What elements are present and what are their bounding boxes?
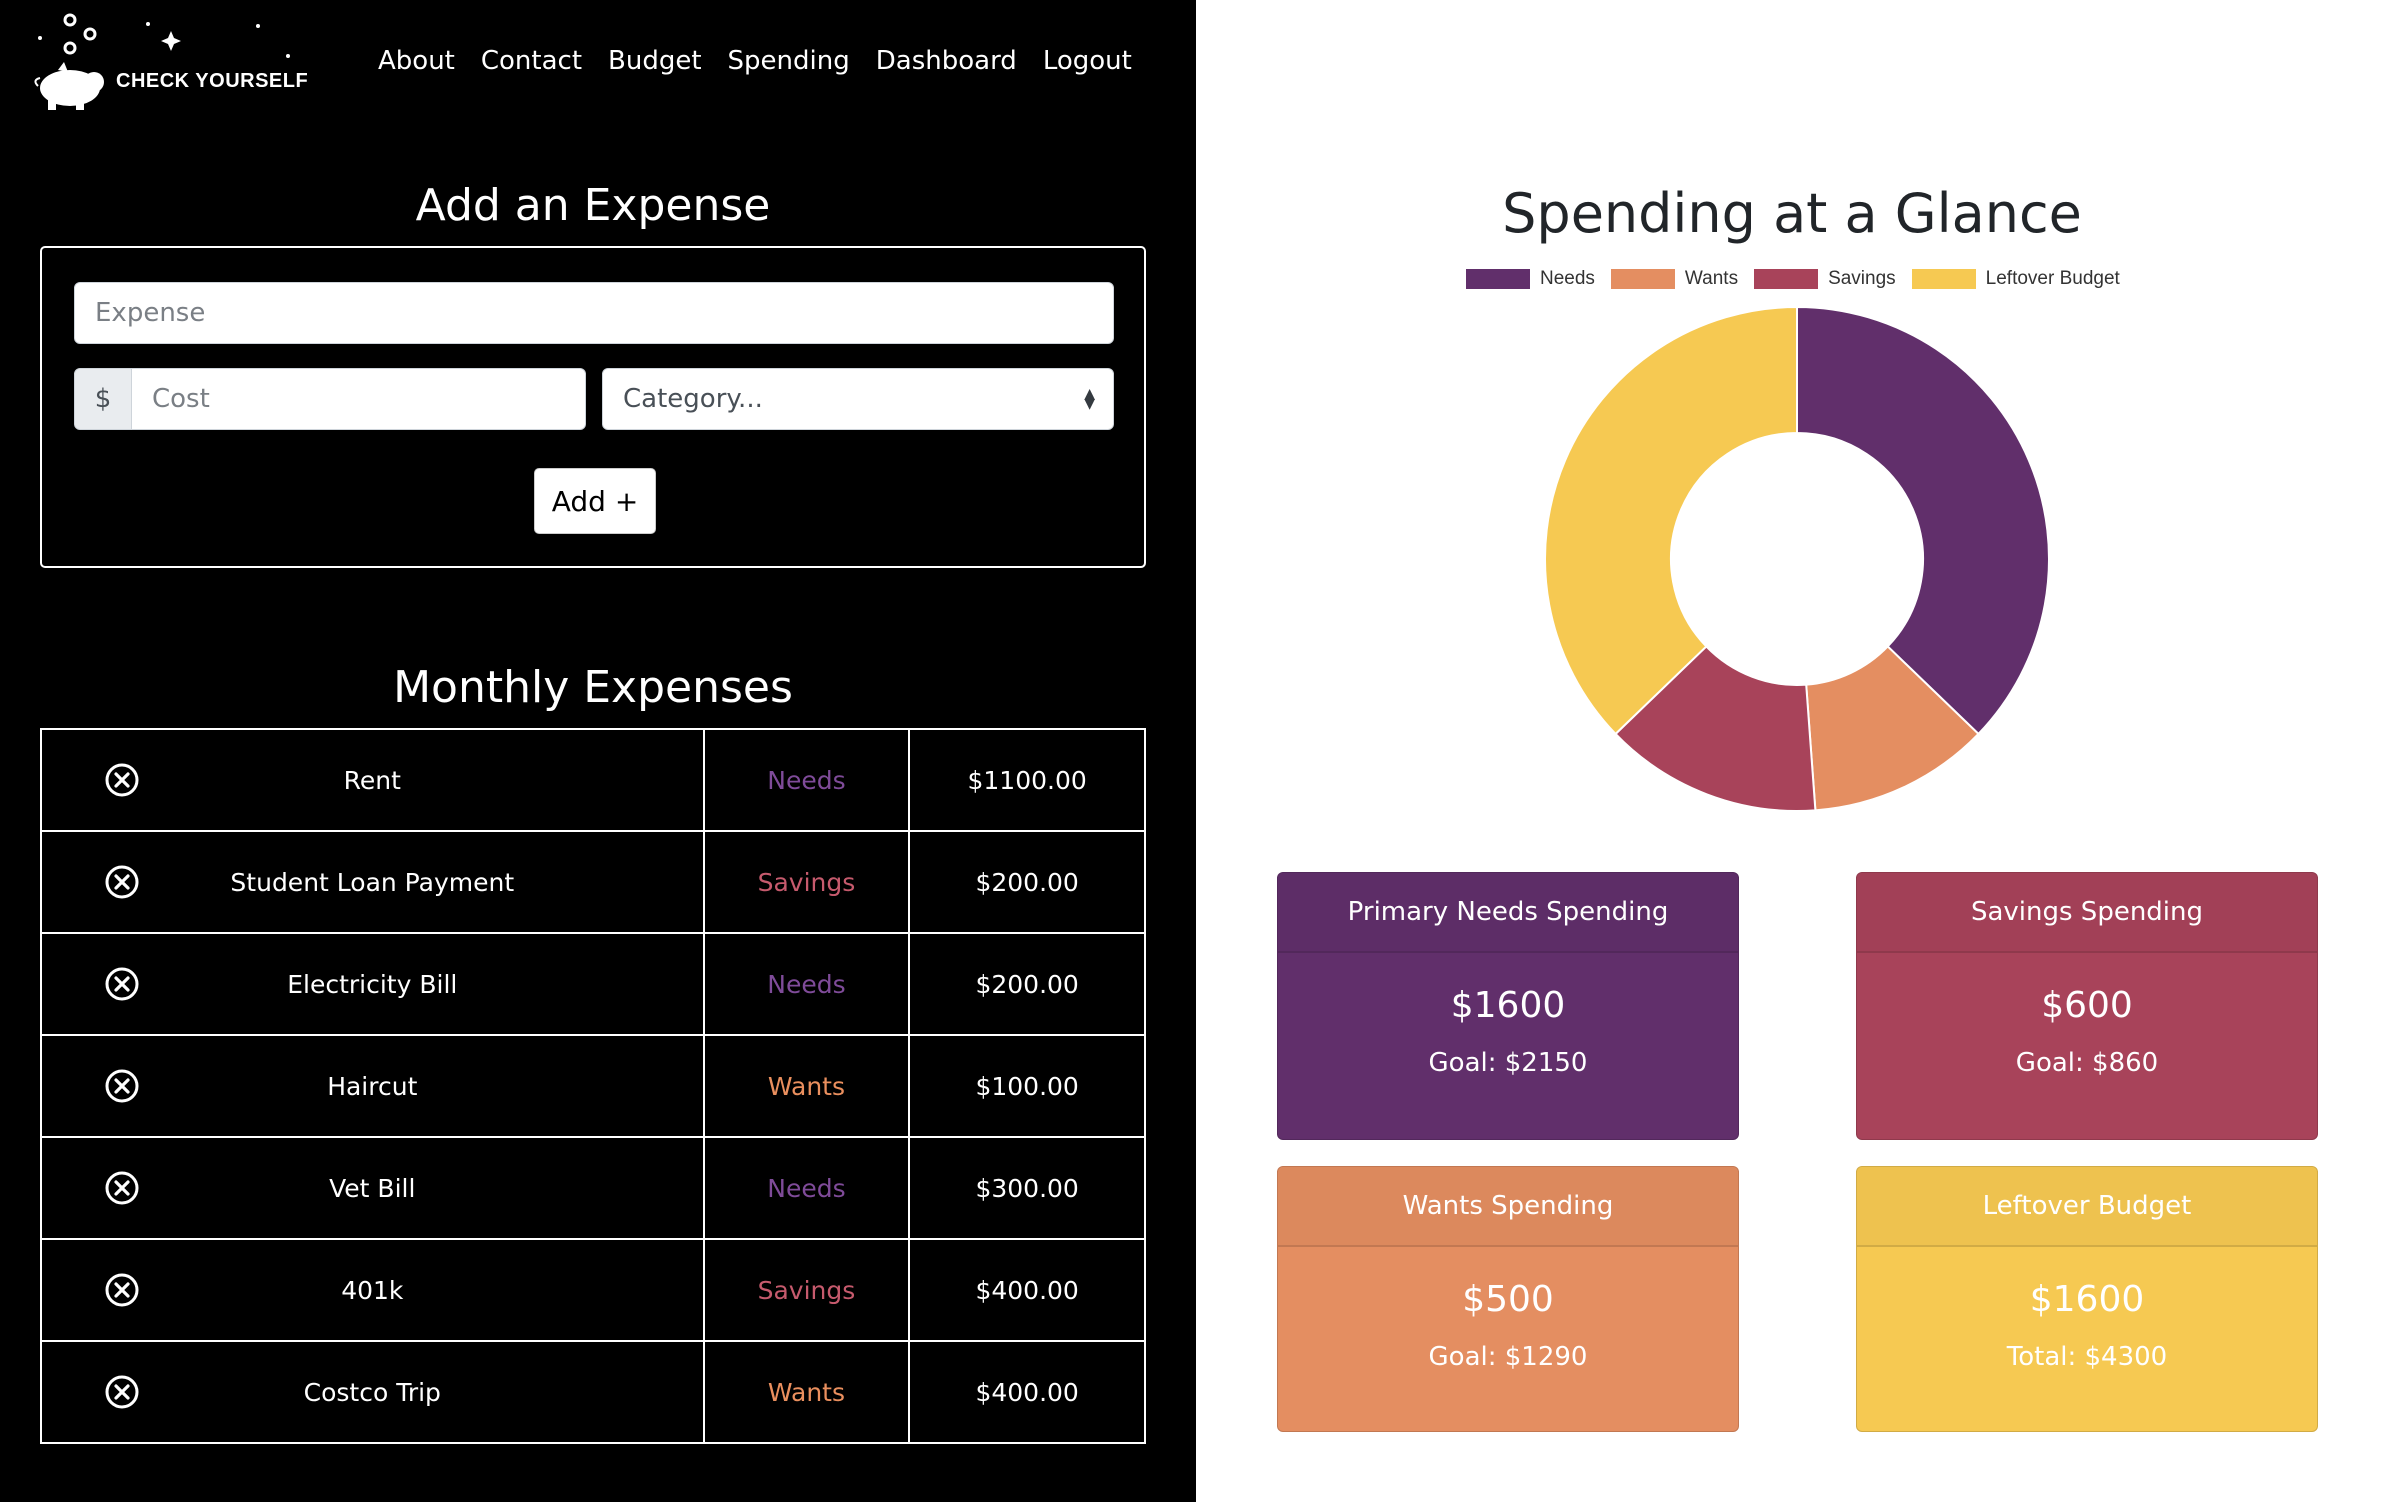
brand-logo[interactable]: CHECK YOURSELF [28, 10, 338, 110]
piggy-bank-icon [34, 13, 104, 110]
legend-item[interactable]: Needs [1466, 268, 1595, 290]
card-amount: $600 [2041, 985, 2133, 1026]
cost-input-group: $ [74, 368, 586, 430]
category-select[interactable]: Category... ▲ ▼ [602, 368, 1114, 430]
expense-amount: $300.00 [908, 1136, 1146, 1240]
nav-about[interactable]: About [378, 46, 455, 76]
table-row: Electricity Bill Needs $200.00 [40, 932, 1146, 1036]
chart-title: Spending at a Glance [1502, 182, 2082, 245]
expense-category: Savings [702, 830, 911, 934]
expense-amount: $1100.00 [908, 728, 1146, 832]
table-row: Vet Bill Needs $300.00 [40, 1136, 1146, 1240]
nav-logout[interactable]: Logout [1043, 46, 1132, 76]
legend-swatch [1610, 269, 1675, 289]
legend-item[interactable]: Wants [1610, 268, 1739, 290]
expense-name-cell: Vet Bill [40, 1136, 705, 1240]
expense-amount: $100.00 [908, 1034, 1146, 1138]
card-goal: Goal: $860 [2015, 1048, 2159, 1078]
card-title: Savings Spending [1857, 873, 2317, 953]
expense-name-cell: Rent [40, 728, 705, 832]
table-row: Rent Needs $1100.00 [40, 728, 1146, 832]
expense-amount: $200.00 [908, 830, 1146, 934]
expense-name-cell: Student Loan Payment [40, 830, 705, 934]
delete-circle-x-icon[interactable] [104, 762, 140, 798]
expense-name: Student Loan Payment [230, 867, 515, 897]
add-expense-form: $ Category... ▲▼ Add + [40, 246, 1146, 568]
expense-amount: $400.00 [908, 1238, 1146, 1342]
expense-name: 401k [341, 1275, 404, 1305]
legend-label: Savings [1828, 268, 1896, 289]
expense-amount: $200.00 [908, 932, 1146, 1036]
nav-dashboard[interactable]: Dashboard [876, 46, 1017, 76]
legend-label: Wants [1684, 268, 1739, 289]
nav-spending[interactable]: Spending [728, 46, 850, 76]
savings-spending-card: Savings Spending $600 Goal: $860 [1856, 872, 2318, 1140]
legend-label: Needs [1540, 268, 1595, 289]
add-expense-title: Add an Expense [415, 180, 771, 231]
stars-decoration [146, 22, 290, 58]
select-arrows-icon: ▲ ▼ [1084, 386, 1095, 412]
expense-panel: CHECK YOURSELF About Contact Budget Spen… [0, 0, 1196, 1502]
legend-label: Leftover Budget [1985, 268, 2120, 289]
legend-swatch [1466, 269, 1530, 289]
table-row: Haircut Wants $100.00 [40, 1034, 1146, 1138]
nav-budget[interactable]: Budget [608, 46, 702, 76]
expense-input[interactable] [74, 282, 1114, 344]
card-goal: Goal: $2150 [1428, 1048, 1588, 1078]
donut-slice-leftover-budget[interactable] [1544, 305, 1798, 736]
delete-circle-x-icon[interactable] [104, 1170, 140, 1206]
category-select-value: Category... [623, 384, 763, 414]
spending-donut-chart [1544, 305, 2050, 812]
donut-slice-needs[interactable] [1796, 305, 2050, 736]
delete-circle-x-icon[interactable] [104, 1272, 140, 1308]
card-title: Wants Spending [1278, 1167, 1738, 1247]
delete-circle-x-icon[interactable] [104, 864, 140, 900]
expense-name: Electricity Bill [287, 969, 458, 999]
monthly-expenses-title: Monthly Expenses [393, 662, 793, 713]
card-goal: Total: $4300 [2006, 1342, 2168, 1372]
expenses-table: Rent Needs $1100.00 Student Loan Payment Sav… [40, 728, 1146, 1444]
chart-legend: Needs Wants Savings Leftover Budget [1466, 268, 2120, 290]
card-goal: Goal: $1290 [1428, 1342, 1588, 1372]
expense-name-cell: 401k [40, 1238, 705, 1342]
expense-name: Vet Bill [329, 1173, 416, 1203]
needs-spending-card: Primary Needs Spending $1600 Goal: $2150 [1277, 872, 1739, 1140]
expense-amount: $400.00 [908, 1340, 1146, 1444]
expense-name-cell: Haircut [40, 1034, 705, 1138]
expense-name-cell: Electricity Bill [40, 932, 705, 1036]
main-nav: About Contact Budget Spending Dashboard … [378, 46, 1132, 76]
legend-item[interactable]: Savings [1754, 268, 1896, 290]
table-row: Student Loan Payment Savings $200.00 [40, 830, 1146, 934]
add-expense-button[interactable]: Add + [534, 468, 656, 534]
currency-prefix: $ [74, 368, 132, 430]
expense-category: Wants [702, 1340, 911, 1444]
brand-name: CHECK YOURSELF [116, 70, 309, 92]
card-amount: $1600 [1450, 985, 1566, 1026]
expense-name: Rent [343, 765, 401, 795]
table-row: Costco Trip Wants $400.00 [40, 1340, 1146, 1444]
expense-name: Haircut [327, 1071, 418, 1101]
leftover-budget-card: Leftover Budget $1600 Total: $4300 [1856, 1166, 2318, 1432]
wants-spending-card: Wants Spending $500 Goal: $1290 [1277, 1166, 1739, 1432]
expense-category: Wants [702, 1034, 911, 1138]
expense-category: Needs [702, 932, 911, 1036]
delete-circle-x-icon[interactable] [104, 966, 140, 1002]
nav-contact[interactable]: Contact [481, 46, 582, 76]
table-row: 401k Savings $400.00 [40, 1238, 1146, 1342]
legend-swatch [1911, 269, 1976, 289]
card-amount: $500 [1462, 1279, 1554, 1320]
expense-name: Costco Trip [303, 1377, 441, 1407]
expense-name-cell: Costco Trip [40, 1340, 705, 1444]
cost-input[interactable] [132, 368, 586, 430]
delete-circle-x-icon[interactable] [104, 1068, 140, 1104]
expense-category: Needs [702, 1136, 911, 1240]
card-title: Leftover Budget [1857, 1167, 2317, 1247]
card-title: Primary Needs Spending [1278, 873, 1738, 953]
legend-swatch [1754, 269, 1819, 289]
card-amount: $1600 [2029, 1279, 2145, 1320]
legend-item[interactable]: Leftover Budget [1911, 268, 2120, 290]
delete-circle-x-icon[interactable] [104, 1374, 140, 1410]
expense-category: Savings [702, 1238, 911, 1342]
expense-category: Needs [702, 728, 911, 832]
